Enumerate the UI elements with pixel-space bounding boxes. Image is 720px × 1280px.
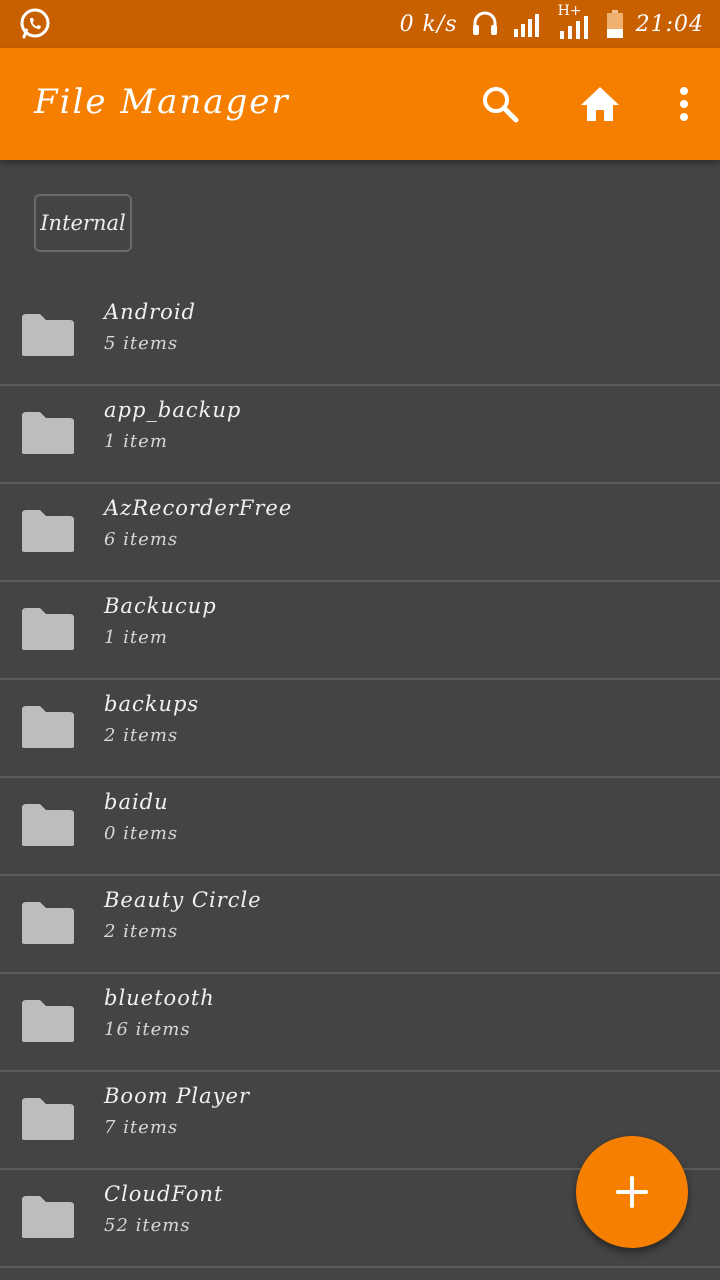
folder-item-count: 52 items [104, 1215, 191, 1236]
app-title: File Manager [34, 82, 290, 122]
folder-list: Android 5 items app_backup 1 item AzReco… [0, 288, 720, 1268]
search-icon [483, 87, 519, 123]
headset-icon [472, 11, 497, 35]
folder-item-count: 2 items [104, 921, 179, 942]
folder-name: Beauty Circle [104, 888, 262, 912]
folder-icon [22, 902, 74, 944]
clock: 21:04 [635, 11, 704, 37]
folder-icon [22, 412, 74, 454]
folder-item-count: 0 items [104, 823, 179, 844]
folder-name: baidu [104, 790, 169, 814]
folder-icon [22, 608, 74, 650]
folder-item-count: 16 items [104, 1019, 191, 1040]
folder-icon [22, 1000, 74, 1042]
storage-chip-internal[interactable]: Internal [34, 194, 132, 252]
home-button[interactable] [572, 76, 628, 132]
folder-row[interactable]: baidu 0 items [0, 778, 720, 876]
network-speed: 0 k/s [399, 11, 458, 37]
folder-name: app_backup [104, 398, 242, 422]
folder-icon [22, 706, 74, 748]
folder-row[interactable]: Beauty Circle 2 items [0, 876, 720, 974]
battery-icon [606, 10, 623, 38]
app-actions [472, 76, 696, 132]
home-icon [581, 87, 619, 121]
folder-row[interactable]: bluetooth 16 items [0, 974, 720, 1072]
folder-item-count: 6 items [104, 529, 179, 550]
folder-name: CloudFont [104, 1182, 224, 1206]
add-fab-button[interactable] [576, 1136, 688, 1248]
folder-icon [22, 804, 74, 846]
folder-icon [22, 510, 74, 552]
status-bar: 0 k/s H+ 21:04 [0, 0, 720, 48]
folder-icon [22, 1098, 74, 1140]
folder-item-count: 5 items [104, 333, 179, 354]
folder-name: Boom Player [104, 1084, 251, 1108]
signal-icon-2 [559, 16, 588, 39]
folder-icon [22, 314, 74, 356]
folder-item-count: 2 items [104, 725, 179, 746]
network-type-wrap: H+ [558, 3, 594, 39]
folder-name: backups [104, 692, 200, 716]
app-bar: File Manager [0, 48, 720, 160]
plus-icon [616, 1176, 648, 1208]
folder-item-count: 1 item [104, 431, 168, 452]
folder-name: Android [104, 300, 196, 324]
folder-row[interactable]: backups 2 items [0, 680, 720, 778]
folder-item-count: 1 item [104, 627, 168, 648]
folder-icon [22, 1196, 74, 1238]
whatsapp-icon [20, 8, 50, 39]
folder-row[interactable]: AzRecorderFree 6 items [0, 484, 720, 582]
more-options-button[interactable] [672, 76, 696, 132]
folder-item-count: 7 items [104, 1117, 179, 1138]
folder-name: AzRecorderFree [104, 496, 293, 520]
status-indicators: 0 k/s H+ 21:04 [400, 0, 704, 48]
folder-row[interactable]: Android 5 items [0, 288, 720, 386]
search-button[interactable] [472, 76, 528, 132]
folder-name: Backucup [104, 594, 217, 618]
folder-row[interactable]: app_backup 1 item [0, 386, 720, 484]
signal-icon [513, 14, 539, 37]
folder-row[interactable]: Backucup 1 item [0, 582, 720, 680]
folder-name: bluetooth [104, 986, 215, 1010]
more-vert-icon [680, 87, 688, 121]
